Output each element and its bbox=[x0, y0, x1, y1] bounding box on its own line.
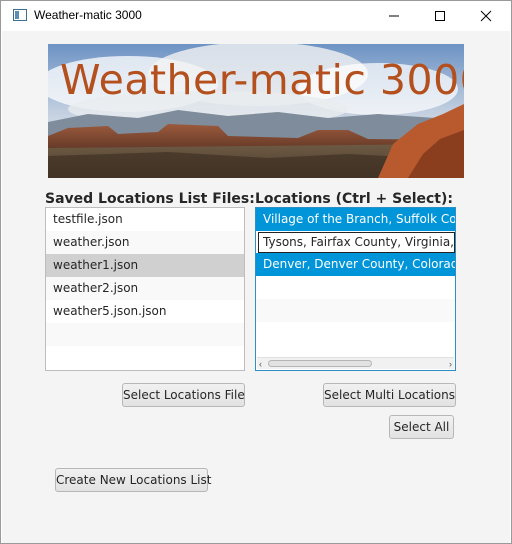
list-item[interactable]: weather.json bbox=[46, 231, 244, 254]
banner-title: Weather-matic 3000 bbox=[60, 56, 464, 104]
scrollbar-thumb[interactable] bbox=[268, 360, 372, 367]
window-title: Weather-matic 3000 bbox=[34, 8, 142, 22]
minimize-icon bbox=[389, 15, 399, 17]
locations-label: Locations (Ctrl + Select): bbox=[255, 191, 453, 207]
close-icon bbox=[480, 10, 492, 22]
horizontal-scrollbar[interactable]: ‹ › bbox=[257, 357, 454, 369]
empty-row bbox=[256, 276, 455, 299]
create-new-locations-list-button[interactable]: Create New Locations List bbox=[55, 468, 211, 492]
maximize-icon bbox=[435, 11, 445, 21]
list-item-selected[interactable]: Denver, Denver County, Colorado, U bbox=[256, 253, 455, 276]
close-button[interactable] bbox=[463, 1, 509, 31]
list-item[interactable]: testfile.json bbox=[46, 208, 244, 231]
maximize-button[interactable] bbox=[417, 1, 463, 31]
empty-row bbox=[256, 322, 455, 345]
select-locations-file-button[interactable]: Select Locations File bbox=[122, 383, 245, 407]
app-window: Weather-matic 3000 Weather-matic 3000 Sa… bbox=[0, 0, 512, 544]
list-item-focused[interactable]: Tysons, Fairfax County, Virginia, 2210 bbox=[258, 232, 455, 253]
scroll-left-icon[interactable]: ‹ bbox=[259, 359, 262, 369]
list-item[interactable]: weather2.json bbox=[46, 277, 244, 300]
select-multi-locations-button[interactable]: Select Multi Locations bbox=[323, 383, 456, 407]
locations-list[interactable]: Village of the Branch, Suffolk County Ty… bbox=[255, 207, 456, 371]
title-bar[interactable]: Weather-matic 3000 bbox=[1, 1, 511, 31]
banner-image: Weather-matic 3000 bbox=[48, 44, 464, 178]
list-item-selected[interactable]: Village of the Branch, Suffolk County bbox=[256, 208, 455, 231]
empty-row bbox=[256, 299, 455, 322]
app-icon bbox=[13, 9, 27, 21]
saved-files-list[interactable]: testfile.json weather.json weather1.json… bbox=[45, 207, 245, 371]
scroll-right-icon[interactable]: › bbox=[449, 359, 452, 369]
client-area: Weather-matic 3000 Saved Locations List … bbox=[2, 31, 510, 543]
minimize-button[interactable] bbox=[371, 1, 417, 31]
list-item-selected[interactable]: weather1.json bbox=[46, 254, 244, 277]
empty-row bbox=[46, 323, 244, 346]
list-item[interactable]: weather5.json.json bbox=[46, 300, 244, 323]
select-all-button[interactable]: Select All bbox=[389, 415, 454, 439]
saved-files-label: Saved Locations List Files: bbox=[45, 191, 255, 207]
empty-row bbox=[46, 346, 244, 369]
